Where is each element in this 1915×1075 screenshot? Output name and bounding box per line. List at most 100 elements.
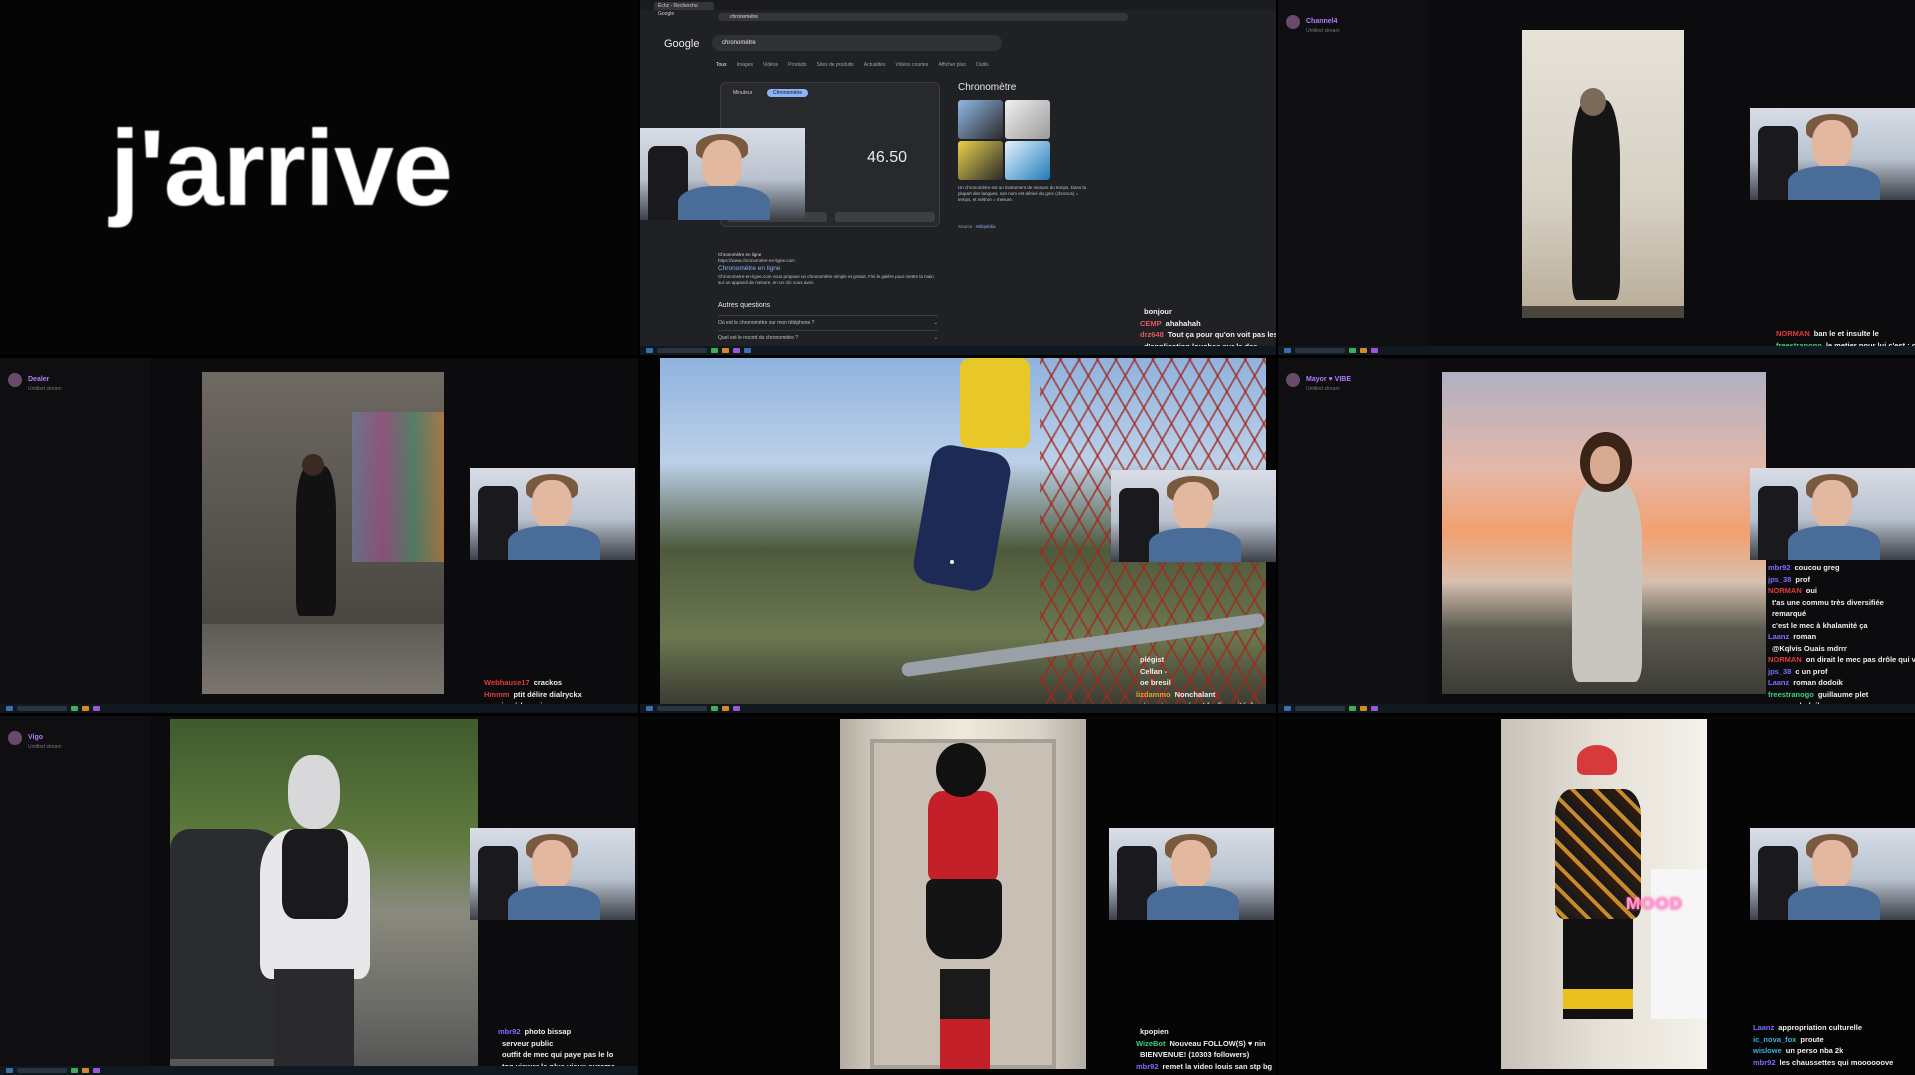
result-snippet: Chronometre-en-ligne.com vous propose un… <box>718 274 934 285</box>
streamer-name[interactable]: Mayor ♥ VIBE <box>1306 376 1351 383</box>
chevron-down-icon: ⌄ <box>933 335 938 341</box>
chat-message: Tout ça pour qu'on voit pas les <box>1167 330 1276 339</box>
chat-username[interactable]: jps_38 <box>1768 575 1791 584</box>
chevron-down-icon: ⌄ <box>933 320 938 326</box>
streamer-info[interactable]: Dealer Untitled stream <box>8 368 62 392</box>
chat-username[interactable]: mbr92 <box>1768 563 1791 572</box>
photo <box>202 372 444 694</box>
chat-line: NORMAN oui <box>1768 585 1915 597</box>
chat-username[interactable]: Laanz <box>1768 632 1789 641</box>
stopwatch-image[interactable] <box>958 100 1003 139</box>
streamer-info[interactable]: Vigo Untitled stream <box>8 726 62 750</box>
avatar[interactable] <box>1286 15 1300 29</box>
chat-username[interactable]: CEMP <box>1140 319 1162 328</box>
chat-line: mbr92 remet la video louis san stp bg <box>1136 1061 1276 1073</box>
chat-line: c'est le mec à khalamité ça <box>1768 620 1915 632</box>
chat-message: ban le et insulte le <box>1813 329 1879 338</box>
paa-question[interactable]: Où est le chronomètre sur mon téléphone … <box>718 315 938 330</box>
chat-username[interactable]: freestranogo <box>1768 690 1814 699</box>
chat-username[interactable]: Webhause17 <box>484 678 530 687</box>
chat-username[interactable]: ic_nova_fox <box>1753 1035 1796 1044</box>
result-title[interactable]: Chronomètre en ligne <box>718 265 938 272</box>
nav-tab[interactable]: Vidéos courtes <box>895 62 928 68</box>
chat-username[interactable]: WizeBot <box>1136 1039 1166 1048</box>
chat-message: remarqué <box>1772 609 1807 618</box>
address-bar[interactable]: chronomètre <box>718 13 1128 21</box>
nav-tab[interactable]: Sites de produits <box>817 62 854 68</box>
stream-title: Untitled stream <box>1306 28 1340 34</box>
stopwatch-image[interactable] <box>1005 100 1050 139</box>
taskbar <box>640 704 1276 713</box>
chat-line: freestranogo guillaume plet <box>1768 689 1915 701</box>
chat-line: Cellan - <box>1136 666 1276 678</box>
chat-username[interactable]: Hmmm <box>484 690 509 699</box>
avatar[interactable] <box>8 373 22 387</box>
avatar[interactable] <box>8 731 22 745</box>
search-input[interactable]: chronomètre <box>712 35 1002 51</box>
tab-strip: Échz - Recherche Google <box>640 0 1276 17</box>
chat-username[interactable]: NORMAN <box>1768 655 1802 664</box>
nav-tab[interactable]: Actualités <box>864 62 886 68</box>
tile-stream-3: Dealer Untitled stream Webhause17 crackos … <box>0 358 638 713</box>
search-nav-tabs: Tous Images Vidéos Produits Sites de pro… <box>716 62 989 68</box>
chat-username[interactable]: mbr92 <box>1753 1058 1776 1067</box>
chat-message: kpopien <box>1140 1027 1169 1036</box>
chat-line: BIENVENUE! (10303 followers) <box>1136 1049 1276 1061</box>
streamer-name[interactable]: Vigo <box>28 734 43 741</box>
streamer-info[interactable]: Mayor ♥ VIBE Untitled stream <box>1286 368 1351 392</box>
nav-tab[interactable]: Tous <box>716 62 727 68</box>
video-controls[interactable] <box>1522 306 1684 318</box>
streamer-info[interactable]: Channel4 Untitled stream <box>1286 10 1340 34</box>
chat-line: serveur public <box>498 1038 638 1050</box>
chat-username[interactable]: Laanz <box>1768 678 1789 687</box>
timer-tab[interactable]: Minuteur <box>727 89 758 97</box>
chat-message: proute <box>1800 1034 1824 1044</box>
chat-username[interactable]: Laanz <box>1753 1023 1774 1032</box>
chat-message: guillaume plet <box>1817 689 1869 699</box>
chat-message: crackos <box>533 678 563 687</box>
chat-username[interactable]: jps_38 <box>1768 667 1791 676</box>
nav-tab[interactable]: Images <box>737 62 753 68</box>
chat-message: prof <box>1795 574 1810 584</box>
chat-username[interactable]: mbr92 <box>1136 1062 1159 1071</box>
chat-line: Hmmm ptit délire dialryckx <box>484 689 638 701</box>
chat-line: Laanz roman <box>1768 631 1915 643</box>
chat-username[interactable]: mbr92 <box>498 1027 521 1036</box>
source-link[interactable]: Wikipédia <box>976 224 996 229</box>
chat-line: mbr92 photo bissap <box>498 1026 638 1038</box>
webcam-overlay <box>1750 468 1915 560</box>
stopwatch-reset-button[interactable] <box>835 212 935 222</box>
nav-tab[interactable]: Outils <box>976 62 989 68</box>
knowledge-images[interactable] <box>958 100 1050 180</box>
chat-username[interactable]: lizdammo <box>1136 690 1171 699</box>
chat-message: ahahahah <box>1165 318 1201 328</box>
stopwatch-image[interactable] <box>958 141 1003 180</box>
chat-username[interactable]: drz648 <box>1140 330 1164 339</box>
chat-message: un perso nba 2k <box>1785 1046 1844 1055</box>
chat-line: bonjour <box>1140 306 1276 318</box>
google-logo[interactable]: Google <box>664 38 699 50</box>
source-label: Source : <box>958 224 975 229</box>
stopwatch-image[interactable] <box>1005 141 1050 180</box>
chat-username[interactable]: NORMAN <box>1776 329 1810 338</box>
tile-stream-7: kpopien WizeBot Nouveau FOLLOW(S) ♥ nin B… <box>640 716 1276 1075</box>
photo <box>170 719 478 1067</box>
avatar[interactable] <box>1286 373 1300 387</box>
streamer-name[interactable]: Dealer <box>28 376 49 383</box>
streamer-name[interactable]: Channel4 <box>1306 18 1338 25</box>
video-player[interactable] <box>1522 30 1684 318</box>
browser-tab[interactable]: Échz - Recherche Google <box>654 2 714 17</box>
nav-tab[interactable]: Produits <box>788 62 806 68</box>
nav-tab[interactable]: Afficher plus <box>938 62 965 68</box>
taskbar <box>640 346 1276 355</box>
chat-username[interactable]: wislowe <box>1753 1046 1782 1055</box>
chat-line: Laanz appropriation culturelle <box>1753 1022 1913 1034</box>
paa-question[interactable]: Quel est le record du chronomètre ? ⌄ <box>718 330 938 345</box>
tile-browser: Échz - Recherche Google chronomètre Goog… <box>640 0 1276 355</box>
chat-username[interactable]: NORMAN <box>1768 586 1802 595</box>
nav-tab[interactable]: Vidéos <box>763 62 778 68</box>
stopwatch-tab[interactable]: Chronomètre <box>767 89 809 97</box>
chat-message: coucou greg <box>1794 563 1840 572</box>
stream-title: Untitled stream <box>1306 386 1340 392</box>
chat-message: Nonchalant <box>1174 689 1216 699</box>
